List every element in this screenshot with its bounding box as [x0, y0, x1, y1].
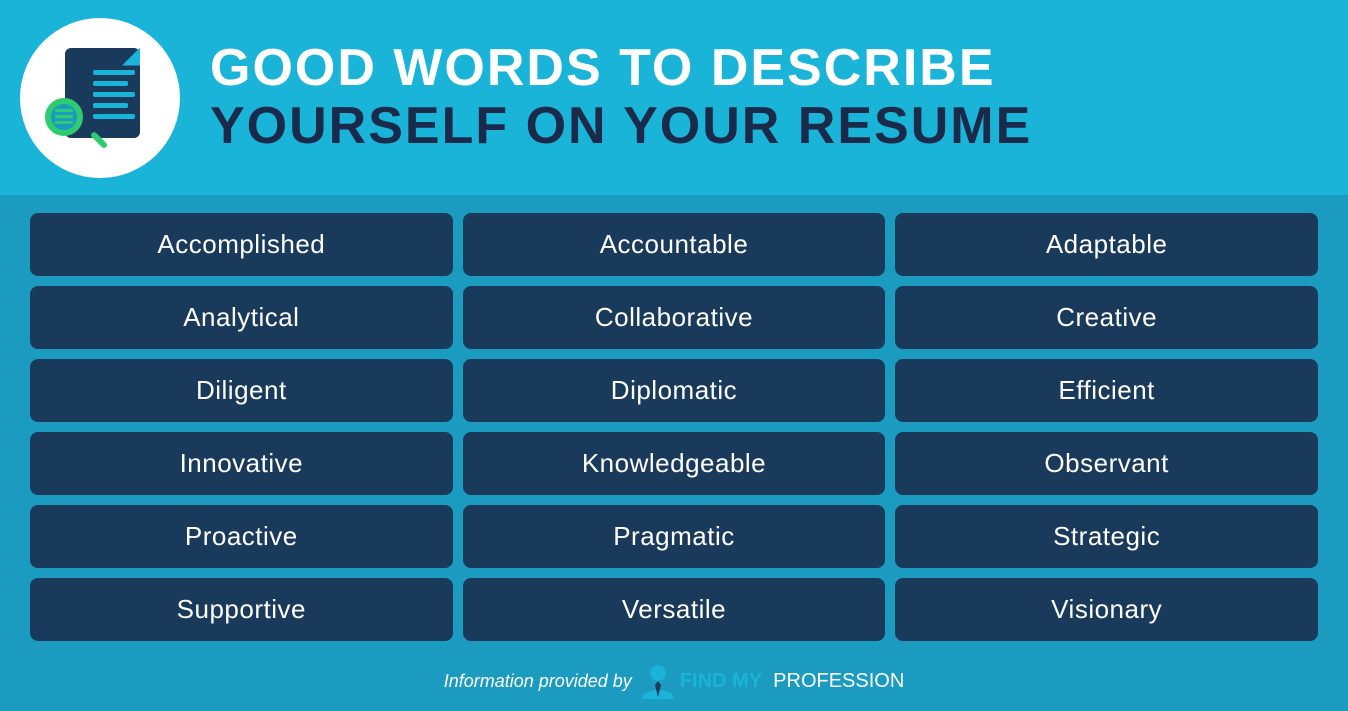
magnify-line: [55, 115, 73, 118]
logo-circle: [20, 18, 180, 178]
footer-text: Information provided by: [444, 671, 632, 692]
doc-line: [93, 70, 135, 75]
word-cell: Creative: [895, 286, 1318, 349]
brand-logo: FIND MY PROFESSION: [642, 663, 904, 699]
word-cell: Accountable: [463, 213, 886, 276]
word-cell: Observant: [895, 432, 1318, 495]
word-cell: Strategic: [895, 505, 1318, 568]
header: GOOD WORDS TO DESCRIBE YOURSELF ON YOUR …: [0, 0, 1348, 195]
word-cell: Diligent: [30, 359, 453, 422]
word-cell: Versatile: [463, 578, 886, 641]
logo-inner: [45, 43, 155, 153]
word-cell: Analytical: [30, 286, 453, 349]
header-line2-normal: YOURSELF ON YOUR: [210, 97, 798, 155]
brand-profession: PROFESSION: [773, 670, 904, 692]
word-cell: Accomplished: [30, 213, 453, 276]
brand-name: FIND MY PROFESSION: [680, 670, 904, 693]
magnify-line: [55, 109, 73, 112]
main-content: AccomplishedAccountableAdaptable Analytic…: [0, 195, 1348, 651]
word-cell: Proactive: [30, 505, 453, 568]
person-icon: [642, 663, 674, 699]
magnify-icon: [45, 98, 100, 153]
word-cell: Collaborative: [463, 286, 886, 349]
magnify-circle: [45, 98, 83, 136]
doc-line: [93, 81, 128, 86]
words-grid: AccomplishedAccountableAdaptable Analytic…: [30, 213, 1318, 641]
word-cell: Efficient: [895, 359, 1318, 422]
magnify-line: [55, 121, 73, 124]
word-cell: Adaptable: [895, 213, 1318, 276]
word-cell: Knowledgeable: [463, 432, 886, 495]
word-cell: Supportive: [30, 578, 453, 641]
brand-find-my: FIND MY: [680, 670, 762, 692]
header-line2: YOURSELF ON YOUR RESUME: [210, 98, 1032, 155]
header-text: GOOD WORDS TO DESCRIBE YOURSELF ON YOUR …: [210, 40, 1032, 154]
word-cell: Pragmatic: [463, 505, 886, 568]
word-cell: Innovative: [30, 432, 453, 495]
word-cell: Visionary: [895, 578, 1318, 641]
magnify-lines: [55, 109, 73, 124]
word-cell: Diplomatic: [463, 359, 886, 422]
header-line1: GOOD WORDS TO DESCRIBE: [210, 40, 996, 97]
footer: Information provided by FIND MY PROFESSI…: [0, 651, 1348, 711]
header-line2-bold: RESUME: [798, 97, 1032, 155]
doc-line: [93, 92, 135, 97]
